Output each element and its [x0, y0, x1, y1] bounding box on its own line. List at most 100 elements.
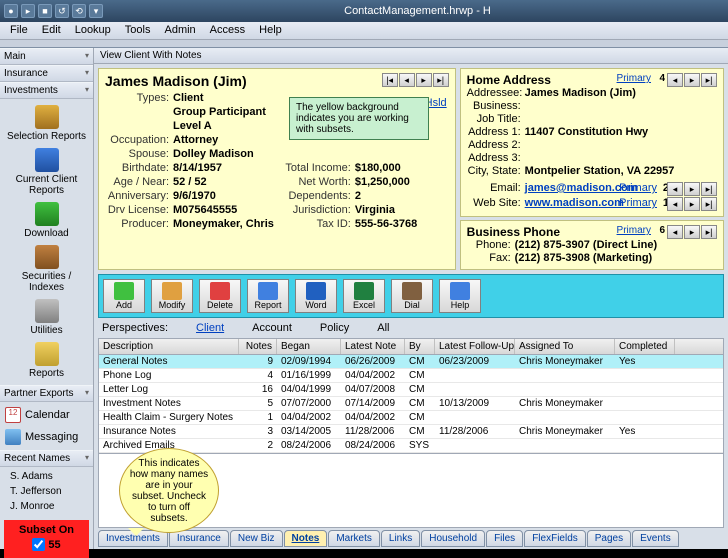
sys-icon[interactable]: ●: [4, 4, 18, 18]
sb-insurance[interactable]: Insurance: [0, 65, 93, 82]
sb-current-reports[interactable]: Current Client Reports: [2, 146, 91, 198]
sb-utilities[interactable]: Utilities: [2, 297, 91, 338]
address-primary-link[interactable]: Primary: [617, 73, 651, 84]
col-header[interactable]: Began: [277, 339, 341, 354]
nav-last[interactable]: ▸|: [701, 73, 717, 87]
phone-primary-link[interactable]: Primary: [617, 225, 651, 236]
perspective-client[interactable]: Client: [196, 322, 224, 334]
tab-new-biz[interactable]: New Biz: [230, 530, 283, 547]
tab-notes[interactable]: Notes: [284, 530, 328, 547]
nav-last[interactable]: ▸|: [701, 197, 717, 211]
tab-insurance[interactable]: Insurance: [169, 530, 229, 547]
table-empty-area: This indicates how many names are in you…: [98, 454, 724, 528]
table-row[interactable]: Investment Notes507/07/200007/14/2009CM1…: [99, 397, 723, 411]
sb-download[interactable]: Download: [2, 200, 91, 241]
nav-last[interactable]: ▸|: [701, 225, 717, 239]
tool-report[interactable]: Report: [247, 279, 289, 313]
menu-file[interactable]: File: [4, 22, 34, 39]
menu-admin[interactable]: Admin: [158, 22, 201, 39]
download-icon: [35, 202, 59, 226]
nav-prev[interactable]: ◂: [399, 73, 415, 87]
sb-recent[interactable]: Recent Names: [0, 450, 93, 467]
perspective-account[interactable]: Account: [252, 322, 292, 334]
tab-events[interactable]: Events: [632, 530, 679, 547]
col-header[interactable]: Assigned To: [515, 339, 615, 354]
table-row[interactable]: Health Claim - Surgery Notes104/04/20020…: [99, 411, 723, 425]
table-row[interactable]: Archived Emails208/24/200608/24/2006SYS: [99, 439, 723, 453]
perspective-all[interactable]: All: [377, 322, 389, 334]
sb-calendar[interactable]: 12Calendar: [2, 404, 91, 426]
perspectives-label: Perspectives:: [102, 322, 168, 334]
menu-help[interactable]: Help: [253, 22, 288, 39]
tab-links[interactable]: Links: [381, 530, 420, 547]
sb-reports[interactable]: Reports: [2, 340, 91, 381]
sys-icon[interactable]: ■: [38, 4, 52, 18]
nav-next[interactable]: ▸: [684, 182, 700, 196]
col-header[interactable]: Notes: [239, 339, 277, 354]
explorer-strip: [0, 40, 728, 48]
tool-dial[interactable]: Dial: [391, 279, 433, 313]
nav-next[interactable]: ▸: [684, 73, 700, 87]
securities-icon: [35, 245, 59, 269]
nav-prev[interactable]: ◂: [667, 197, 683, 211]
col-header[interactable]: Completed: [615, 339, 675, 354]
wrench-icon: [35, 299, 59, 323]
tool-delete[interactable]: Delete: [199, 279, 241, 313]
recent-name[interactable]: J. Monroe: [6, 499, 87, 514]
nav-last[interactable]: ▸|: [433, 73, 449, 87]
sb-investments[interactable]: Investments: [0, 82, 93, 99]
phone-primary-count: 6: [659, 225, 665, 236]
recent-name[interactable]: T. Jefferson: [6, 484, 87, 499]
col-header[interactable]: Latest Follow-Up: [435, 339, 515, 354]
nav-last[interactable]: ▸|: [701, 182, 717, 196]
web-primary[interactable]: Primary: [619, 197, 657, 210]
tool-excel[interactable]: Excel: [343, 279, 385, 313]
sb-selection-reports[interactable]: Selection Reports: [2, 103, 91, 144]
nav-next[interactable]: ▸: [416, 73, 432, 87]
nav-prev[interactable]: ◂: [667, 225, 683, 239]
sb-securities[interactable]: Securities / Indexes: [2, 243, 91, 295]
nav-first[interactable]: |◂: [382, 73, 398, 87]
menu-edit[interactable]: Edit: [36, 22, 67, 39]
tab-files[interactable]: Files: [486, 530, 523, 547]
perspective-policy[interactable]: Policy: [320, 322, 349, 334]
col-header[interactable]: By: [405, 339, 435, 354]
tool-modify[interactable]: Modify: [151, 279, 193, 313]
subset-checkbox[interactable]: [32, 538, 45, 551]
table-row[interactable]: Insurance Notes303/14/200511/28/2006CM11…: [99, 425, 723, 439]
menubar: File Edit Lookup Tools Admin Access Help: [0, 22, 728, 40]
tool-help[interactable]: Help: [439, 279, 481, 313]
tab-flexfields[interactable]: FlexFields: [524, 530, 586, 547]
tool-word[interactable]: Word: [295, 279, 337, 313]
report-icon: [258, 282, 278, 300]
tab-household[interactable]: Household: [421, 530, 485, 547]
sys-icon[interactable]: ▸: [21, 4, 35, 18]
sys-icon[interactable]: ⟲: [72, 4, 86, 18]
table-row[interactable]: General Notes902/09/199406/26/2009CM06/2…: [99, 355, 723, 369]
email-primary[interactable]: Primary: [619, 182, 657, 195]
nav-prev[interactable]: ◂: [667, 73, 683, 87]
tab-markets[interactable]: Markets: [328, 530, 380, 547]
sb-partner[interactable]: Partner Exports: [0, 385, 93, 402]
recent-name[interactable]: S. Adams: [6, 469, 87, 484]
tab-pages[interactable]: Pages: [587, 530, 631, 547]
sb-main[interactable]: Main: [0, 48, 93, 65]
menu-lookup[interactable]: Lookup: [69, 22, 117, 39]
sys-icon[interactable]: ▾: [89, 4, 103, 18]
tool-add[interactable]: Add: [103, 279, 145, 313]
nav-prev[interactable]: ◂: [667, 182, 683, 196]
col-header[interactable]: Description: [99, 339, 239, 354]
sb-messaging[interactable]: Messaging: [2, 426, 91, 448]
nav-next[interactable]: ▸: [684, 197, 700, 211]
notes-table: DescriptionNotesBeganLatest NoteByLatest…: [98, 338, 724, 454]
table-row[interactable]: Letter Log1604/04/199904/07/2008CM: [99, 383, 723, 397]
sys-icon[interactable]: ↺: [55, 4, 69, 18]
table-row[interactable]: Phone Log401/16/199904/04/2002CM: [99, 369, 723, 383]
menu-access[interactable]: Access: [204, 22, 251, 39]
menu-tools[interactable]: Tools: [119, 22, 157, 39]
website-link[interactable]: www.madison.com: [525, 197, 624, 210]
dial-icon: [402, 282, 422, 300]
perspectives-bar: Perspectives: Client Account Policy All: [94, 318, 728, 338]
col-header[interactable]: Latest Note: [341, 339, 405, 354]
nav-next[interactable]: ▸: [684, 225, 700, 239]
